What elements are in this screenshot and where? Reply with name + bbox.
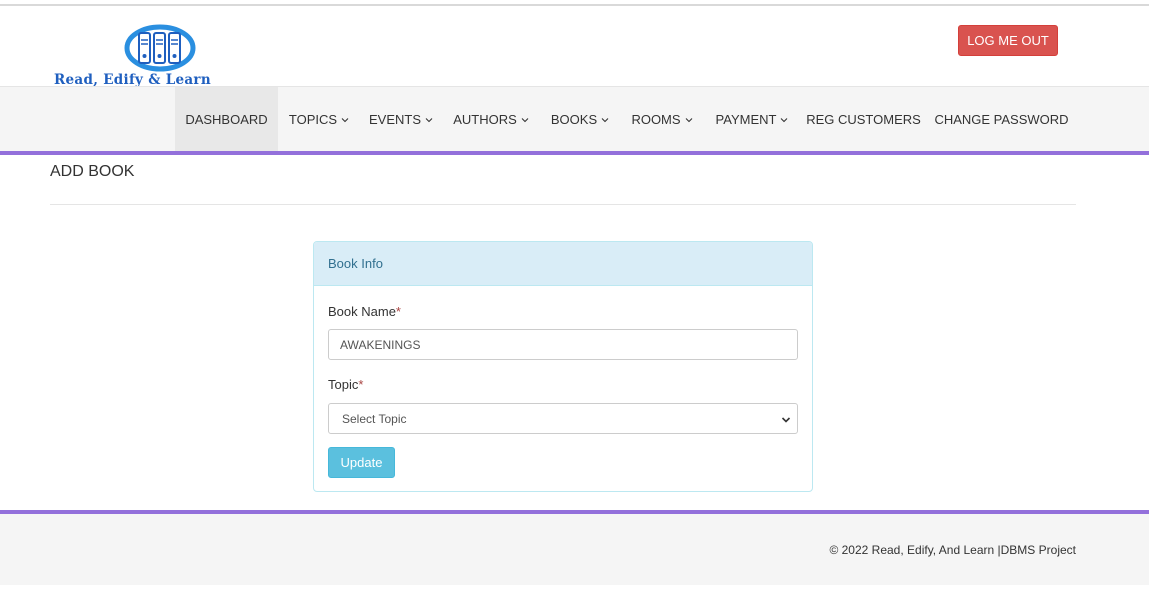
chevron-down-icon — [341, 116, 349, 124]
chevron-down-icon — [425, 116, 433, 124]
nav-topics-label: TOPICS — [288, 112, 338, 127]
nav-payment[interactable]: PAYMENT — [710, 87, 794, 152]
book-name-input[interactable]: AWAKENINGS — [328, 329, 798, 360]
nav-dashboard[interactable]: DASHBOARD — [175, 87, 278, 152]
book-name-label-text: Book Name — [328, 304, 396, 319]
chevron-down-icon — [601, 116, 609, 124]
nav-rooms-label: ROOMS — [631, 112, 681, 127]
nav-change-password-label: CHANGE PASSWORD — [934, 112, 1069, 127]
topic-select[interactable]: Select Topic — [328, 403, 798, 434]
nav-reg-customers-label: REG CUSTOMERS — [806, 112, 921, 127]
footer-copyright: © 2022 Read, Edify, And Learn |DBMS Proj… — [829, 543, 1076, 557]
chevron-down-icon — [781, 414, 791, 424]
nav-authors-label: AUTHORS — [453, 112, 517, 127]
nav-reg-customers[interactable]: REG CUSTOMERS — [806, 87, 921, 152]
chevron-down-icon — [685, 116, 693, 124]
panel-heading: Book Info — [314, 242, 812, 286]
footer: © 2022 Read, Edify, And Learn |DBMS Proj… — [0, 514, 1149, 585]
update-button[interactable]: Update — [328, 447, 395, 478]
nav-books[interactable]: BOOKS — [546, 87, 614, 152]
header: Read, Edify & Learn LOG ME OUT — [0, 6, 1149, 88]
topic-label-text: Topic — [328, 377, 359, 392]
chevron-down-icon — [780, 116, 788, 124]
book-name-value: AWAKENINGS — [340, 337, 421, 352]
page-title: ADD BOOK — [50, 163, 135, 180]
topic-label: Topic* — [328, 377, 363, 392]
nav-events[interactable]: EVENTS — [367, 87, 435, 152]
nav-authors[interactable]: AUTHORS — [449, 87, 533, 152]
chevron-down-icon — [521, 116, 529, 124]
required-mark: * — [358, 377, 364, 392]
nav-dashboard-label: DASHBOARD — [185, 112, 268, 127]
site-logo[interactable]: Read, Edify & Learn — [50, 20, 272, 92]
nav-books-label: BOOKS — [550, 112, 598, 127]
logout-button[interactable]: LOG ME OUT — [958, 25, 1058, 56]
topic-selected-value: Select Topic — [342, 411, 407, 426]
book-info-panel: Book Info Book Name* AWAKENINGS Topic* S… — [313, 241, 813, 492]
required-mark: * — [395, 304, 401, 319]
nav-events-label: EVENTS — [368, 112, 421, 127]
main-navbar: DASHBOARD TOPICS EVENTS AUTHORS BOOKS RO… — [0, 86, 1149, 152]
title-divider — [50, 204, 1076, 205]
nav-change-password[interactable]: CHANGE PASSWORD — [933, 87, 1070, 152]
nav-accent-divider — [0, 151, 1149, 155]
book-name-label: Book Name* — [328, 304, 401, 319]
nav-payment-label: PAYMENT — [715, 112, 777, 127]
nav-topics[interactable]: TOPICS — [285, 87, 353, 152]
nav-rooms[interactable]: ROOMS — [626, 87, 698, 152]
